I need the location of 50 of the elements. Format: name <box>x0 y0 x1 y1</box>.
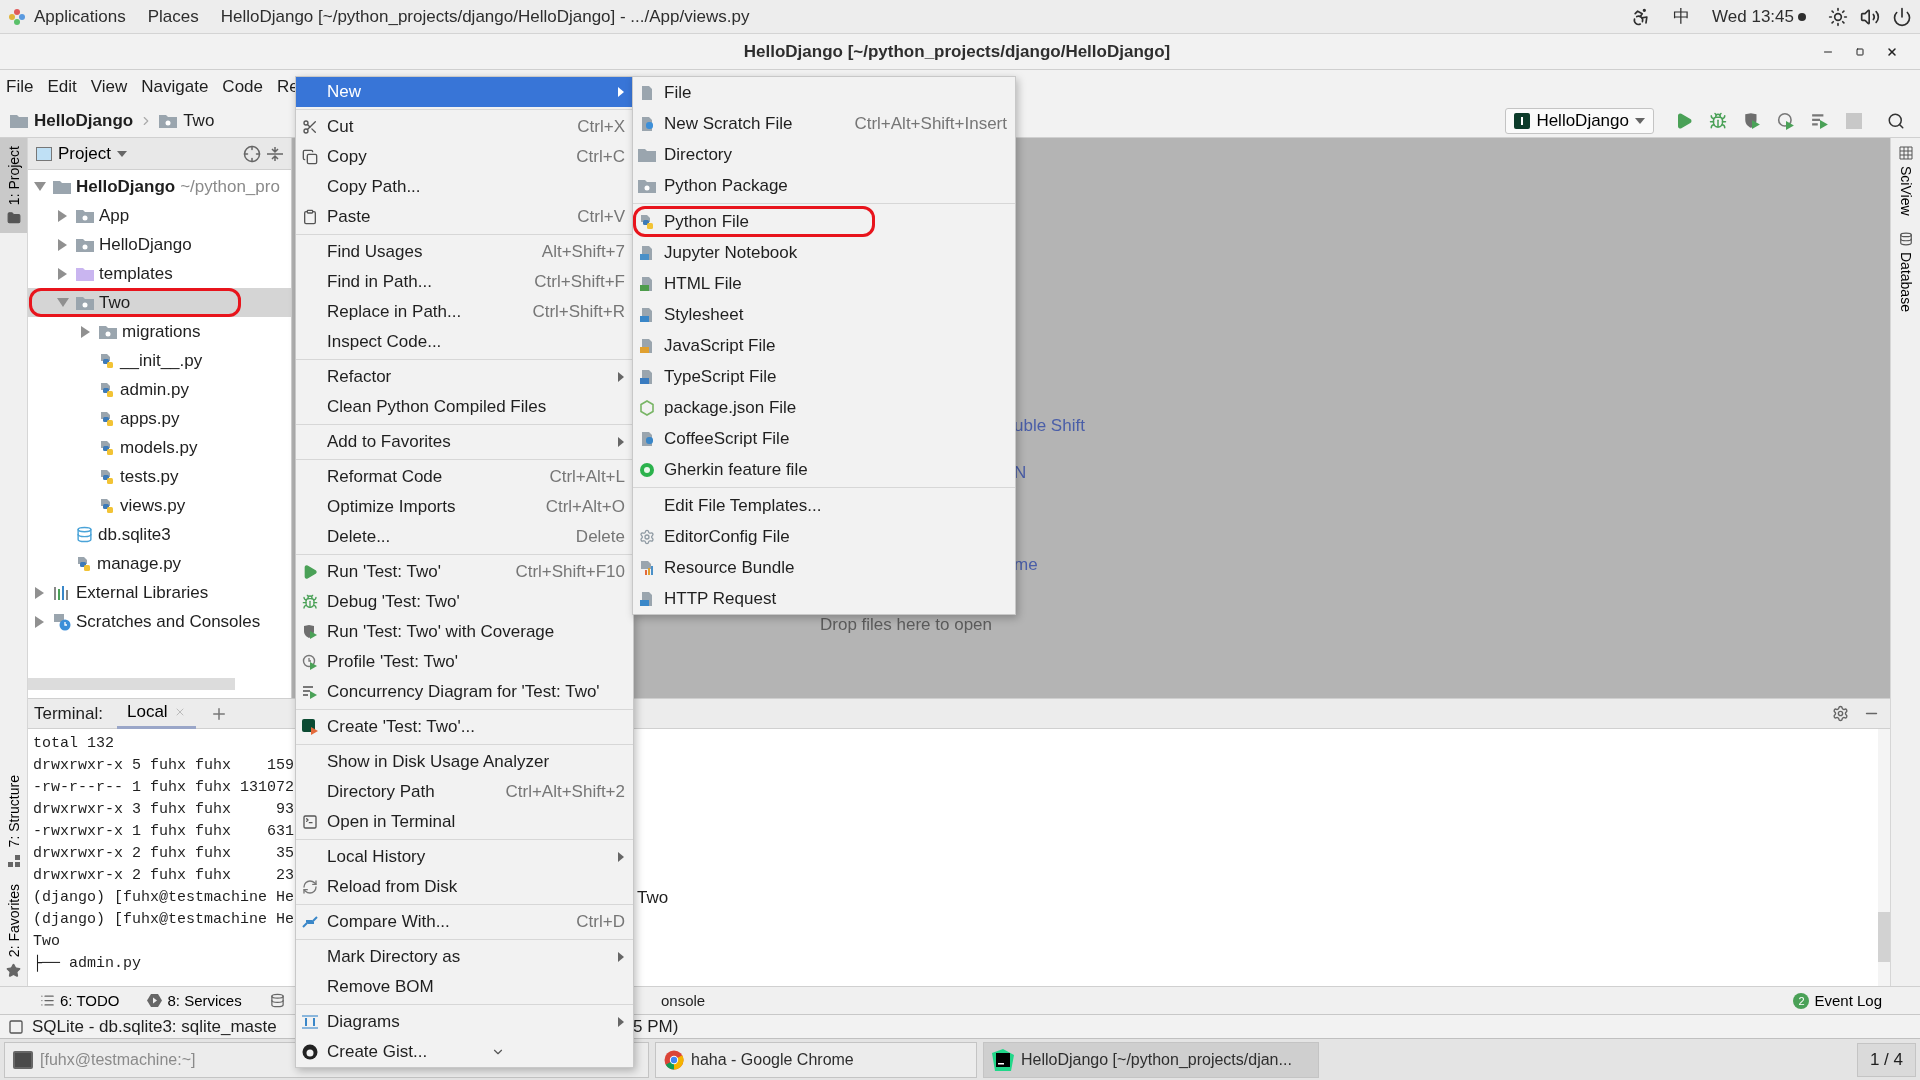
shortcut-text: Ctrl+C <box>575 147 625 167</box>
terminal-line: ├── admin.py <box>33 953 142 974</box>
path-hint: ~/python_pro <box>180 176 280 197</box>
shortcut-text: Ctrl+Shift+R <box>531 302 625 322</box>
shortcut-text: Ctrl+V <box>576 207 625 227</box>
status-text: SQLite - db.sqlite3: sqlite_maste <box>32 1016 277 1037</box>
tree-label: HelloDjango <box>99 234 192 255</box>
shortcut-text: Ctrl+Alt+Shift+Insert <box>853 113 1007 134</box>
tree-label: tests.py <box>120 466 179 487</box>
shortcut-text: Ctrl+Shift+F10 <box>514 562 625 582</box>
count-badge: 2 <box>1793 992 1810 1009</box>
terminal-line: (django) [fuhx@testmachine He <box>33 889 295 906</box>
tree-label: External Libraries <box>76 582 209 603</box>
shortcut-text: Ctrl+Alt+O <box>544 497 625 517</box>
tree-label: models.py <box>120 437 198 458</box>
tree-label: __init__.py <box>120 350 203 371</box>
window-title: HelloDjango [~/python_projects/django/HelloDjango] - .../App/views.py <box>220 6 750 27</box>
tree-label: apps.py <box>120 408 180 429</box>
shortcut-text: Delete <box>574 527 625 547</box>
tree-label: manage.py <box>97 553 182 574</box>
tree-label: migrations <box>122 321 201 342</box>
shortcut-text: Ctrl+Alt+L <box>548 467 625 487</box>
tool-window-label: onsole <box>661 992 706 1009</box>
shortcut-text: Ctrl+Shift+F <box>533 272 625 292</box>
terminal-line: drwxrwxr-x 5 fuhx fuhx 159 <box>33 756 295 776</box>
terminal-line: drwxrwxr-x 3 fuhx fuhx 93 <box>33 800 295 820</box>
tree-label: Two <box>99 292 131 313</box>
tree-label: db.sqlite3 <box>98 524 171 545</box>
terminal-line: drwxrwxr-x 2 fuhx fuhx 35 <box>33 844 295 864</box>
terminal-line: -rw-r--r-- 1 fuhx fuhx 131072 <box>33 778 295 798</box>
shortcut-text: Ctrl+X <box>576 117 625 137</box>
tree-label: App <box>99 205 130 226</box>
terminal-text: Two <box>637 887 669 909</box>
tree-label: Scratches and Consoles <box>76 611 261 632</box>
tree-label: admin.py <box>120 379 189 400</box>
shortcut-text: Ctrl+Alt+Shift+2 <box>504 782 625 802</box>
terminal-line: drwxrwxr-x 2 fuhx fuhx 23 <box>33 866 295 886</box>
terminal-title: Terminal: <box>34 703 103 724</box>
terminal-line: Two <box>33 932 60 952</box>
shortcut-text: Alt+Shift+7 <box>540 242 625 262</box>
shortcut-text: Ctrl+D <box>575 912 625 932</box>
tree-label: templates <box>99 263 173 284</box>
status-text: 5 PM) <box>633 1016 679 1037</box>
terminal-line: -rwxrwxr-x 1 fuhx fuhx 631 <box>33 822 295 842</box>
editor-hint: Drop files here to open <box>820 615 992 635</box>
terminal-line: total 132 <box>33 734 114 754</box>
tree-label: views.py <box>120 495 186 516</box>
terminal-line: (django) [fuhx@testmachine He <box>33 910 295 930</box>
tree-label: HelloDjango <box>76 176 176 197</box>
window-title: HelloDjango [~/python_projects/django/HelloDjango] <box>742 41 1172 62</box>
